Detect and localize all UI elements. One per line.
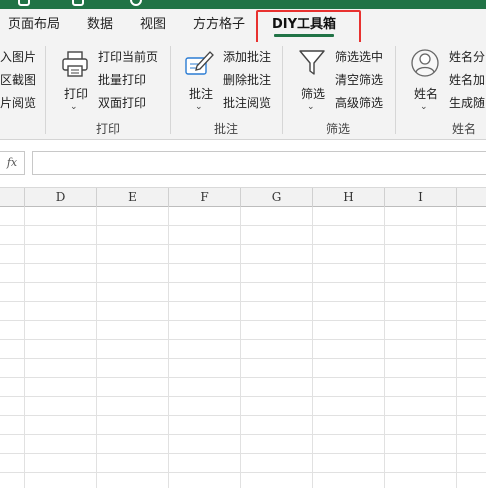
filter-selected-item[interactable]: 筛选选中 [335, 48, 383, 65]
group-separator [170, 46, 171, 134]
name-group-label: 姓名 [452, 122, 477, 136]
comment-button[interactable]: 批注 ⌄ [180, 46, 220, 114]
tab-view[interactable]: 视图 [140, 9, 166, 42]
print-button-label: 打印 [64, 87, 89, 101]
print-button[interactable]: 打印 ⌄ [55, 46, 95, 114]
name-button[interactable]: 姓名 ⌄ [405, 46, 445, 114]
column-header-partial[interactable] [0, 188, 25, 207]
chevron-down-icon: ⌄ [195, 102, 203, 112]
region-screenshot-item[interactable]: 区截图 [0, 71, 36, 88]
group-separator [45, 46, 46, 134]
name-split-item[interactable]: 姓名分 [449, 48, 485, 65]
tab-fangfang[interactable]: 方方格子 [193, 9, 245, 42]
generate-random-item[interactable]: 生成随 [449, 94, 485, 111]
comment-button-label: 批注 [189, 87, 214, 101]
name-button-label: 姓名 [414, 87, 439, 101]
column-header-f[interactable]: F [169, 188, 241, 207]
printer-icon [62, 51, 88, 77]
person-icon [411, 49, 439, 77]
formula-bar: fx [0, 141, 486, 185]
column-header-partial[interactable] [457, 188, 486, 207]
tab-data[interactable]: 数据 [87, 9, 113, 42]
title-bar [0, 0, 486, 9]
duplex-print-item[interactable]: 双面打印 [98, 94, 146, 111]
insert-picture-item[interactable]: 入图片 [0, 48, 36, 65]
pen-note-icon [185, 51, 214, 75]
ribbon-tabs: 页面布局 数据 视图 方方格子 DIY工具箱 [0, 9, 486, 42]
filter-button-label: 筛选 [301, 87, 326, 101]
formula-input[interactable] [32, 151, 486, 175]
funnel-icon [299, 50, 325, 75]
comment-group-label: 批注 [214, 122, 239, 136]
function-icon: fx [6, 156, 18, 169]
column-header-e[interactable]: E [97, 188, 169, 207]
chevron-down-icon: ⌄ [420, 102, 428, 112]
filter-button[interactable]: 筛选 ⌄ [292, 46, 332, 114]
filter-group-label: 筛选 [326, 122, 351, 136]
advanced-filter-item[interactable]: 高级筛选 [335, 94, 383, 111]
redo-icon[interactable] [130, 0, 142, 6]
picture-browse-item[interactable]: 片阅览 [0, 94, 36, 111]
tab-page-layout[interactable]: 页面布局 [8, 9, 60, 42]
insert-function-button[interactable]: fx [0, 151, 25, 175]
chevron-down-icon: ⌄ [307, 102, 315, 112]
print-group-label: 打印 [96, 122, 121, 136]
undo-icon[interactable] [72, 0, 84, 6]
group-separator [282, 46, 283, 134]
review-comment-item[interactable]: 批注阅览 [223, 94, 271, 111]
ribbon-panel: 入图片 区截图 片阅览 打印 ⌄ 打印当前页 批量打印 双面打印 打印 批注 ⌄… [0, 42, 486, 140]
save-icon[interactable] [18, 0, 30, 6]
group-separator [395, 46, 396, 134]
column-header-d[interactable]: D [25, 188, 97, 207]
print-current-page-item[interactable]: 打印当前页 [98, 48, 158, 65]
cell-area[interactable] [0, 207, 486, 488]
column-header-g[interactable]: G [241, 188, 313, 207]
add-comment-item[interactable]: 添加批注 [223, 48, 271, 65]
batch-print-item[interactable]: 批量打印 [98, 71, 146, 88]
column-header-i[interactable]: I [385, 188, 457, 207]
clear-filter-item[interactable]: 清空筛选 [335, 71, 383, 88]
chevron-down-icon: ⌄ [70, 102, 78, 112]
column-header-row: D E F G H I [0, 187, 486, 207]
tab-diy-toolbox[interactable]: DIY工具箱 [272, 9, 336, 42]
column-header-h[interactable]: H [313, 188, 385, 207]
delete-comment-item[interactable]: 删除批注 [223, 71, 271, 88]
worksheet-grid: D E F G H I [0, 187, 486, 488]
name-add-item[interactable]: 姓名加 [449, 71, 485, 88]
